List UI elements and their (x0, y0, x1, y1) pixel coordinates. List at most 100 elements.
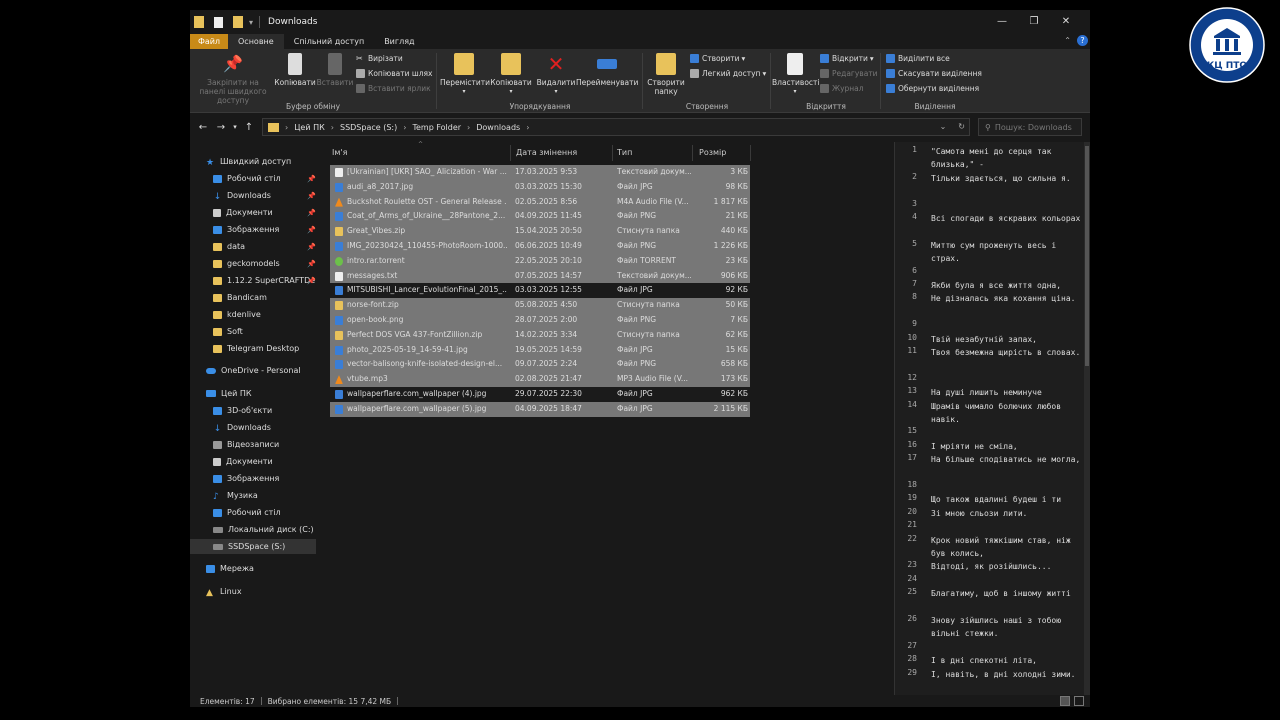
forward-icon[interactable]: → (212, 122, 230, 133)
nav-item-ssdspace[interactable]: SSDSpace (S:) (190, 539, 316, 554)
easy-access-button[interactable]: Легкий доступ ▾ (690, 69, 766, 78)
column-header-type[interactable]: Тип (617, 145, 632, 161)
column-header-name[interactable]: Ім'я (332, 145, 347, 161)
search-input[interactable]: ⚲ Пошук: Downloads (978, 118, 1082, 136)
chevron-right-icon[interactable]: › (285, 123, 288, 132)
quick-access-dropdown-icon[interactable]: ▾ (249, 18, 253, 27)
file-row[interactable]: Great_Vibes.zip 15.04.2025 20:50 Стиснута … (330, 224, 750, 239)
pin-icon[interactable]: 📌 (307, 243, 316, 251)
delete-button[interactable]: ✕ Видалити ▾ (536, 53, 576, 96)
file-row[interactable]: Buckshot Roulette OST - General Release … (330, 194, 750, 210)
new-item-button[interactable]: Створити ▾ (690, 54, 745, 63)
nav-item-pc-downloads[interactable]: ↓ Downloads (213, 420, 271, 435)
rename-button[interactable]: Перейменувати (576, 53, 638, 87)
recent-locations-icon[interactable]: ▾ (230, 123, 240, 131)
invert-selection-button[interactable]: Обернути виділення (886, 84, 979, 93)
nav-item-downloads[interactable]: ↓ Downloads (213, 188, 271, 203)
file-row[interactable]: messages.txt 07.05.2025 14:57 Текстовий до… (330, 268, 750, 284)
help-icon[interactable]: ? (1077, 35, 1088, 46)
nav-linux[interactable]: ▲ Linux (206, 584, 242, 599)
nav-item-pc-documents[interactable]: Документи (213, 454, 273, 469)
properties-button[interactable]: Властивості ▾ (772, 53, 820, 96)
nav-this-pc[interactable]: Цей ПК (206, 386, 252, 401)
scrollbar-thumb[interactable] (1085, 146, 1089, 366)
tab-share[interactable]: Спільний доступ (284, 34, 375, 49)
column-divider[interactable] (612, 145, 613, 161)
breadcrumb-downloads[interactable]: Downloads (476, 123, 520, 132)
pin-icon[interactable]: 📌 (307, 226, 316, 234)
close-button[interactable]: ✕ (1050, 14, 1082, 30)
chevron-right-icon[interactable]: › (403, 123, 406, 132)
nav-item-telegram[interactable]: Telegram Desktop (213, 341, 299, 356)
select-none-button[interactable]: Скасувати виділення (886, 69, 982, 78)
column-divider[interactable] (750, 145, 751, 161)
nav-item-soft[interactable]: Soft (213, 324, 243, 339)
new-folder-quick-icon[interactable] (233, 16, 243, 28)
address-bar[interactable]: › Цей ПК › SSDSpace (S:) › Temp Folder ›… (262, 118, 970, 136)
open-button[interactable]: Відкрити ▾ (820, 54, 874, 63)
column-divider[interactable] (692, 145, 693, 161)
nav-item-kdenlive[interactable]: kdenlive (213, 307, 261, 322)
tab-view[interactable]: Вигляд (374, 34, 424, 49)
collapse-ribbon-icon[interactable]: ⌃ (1064, 36, 1071, 45)
chevron-right-icon[interactable]: › (331, 123, 334, 132)
new-folder-button[interactable]: Створити папку (644, 53, 688, 96)
copy-button[interactable]: Копіювати (274, 53, 316, 87)
cut-button[interactable]: ✂ Вирізати (356, 54, 403, 63)
nav-item-data[interactable]: data (213, 239, 245, 254)
edit-button[interactable]: Редагувати (820, 69, 878, 78)
details-view-icon[interactable] (1060, 696, 1070, 706)
nav-item-pictures[interactable]: Зображення (213, 222, 279, 237)
file-row[interactable]: norse-font.zip 05.08.2025 4:50 Стиснута па… (330, 298, 750, 313)
refresh-icon[interactable]: ↻ (958, 122, 965, 131)
paste-button[interactable]: Вставити (316, 53, 354, 87)
breadcrumb-temp-folder[interactable]: Temp Folder (412, 123, 461, 132)
pin-icon[interactable]: 📌 (307, 209, 316, 217)
file-row[interactable]: IMG_20230424_110455-PhotoRoom-1000... 06.… (330, 238, 750, 254)
nav-item-local-disk[interactable]: Локальний диск (C:) (213, 522, 314, 537)
tab-file[interactable]: Файл (190, 34, 228, 49)
file-row[interactable]: wallpaperflare.com_wallpaper (5).jpg 04.0… (330, 401, 750, 417)
history-button[interactable]: Журнал (820, 84, 864, 93)
pin-quick-access-button[interactable]: 📌 Закріпити на панелі швидкого доступу (194, 53, 272, 105)
nav-network[interactable]: Мережа (206, 561, 254, 576)
file-row[interactable]: audi_a8_2017.jpg 03.03.2025 15:30 Файл JPG… (330, 179, 750, 195)
move-to-button[interactable]: Перемістити ▾ (440, 53, 490, 96)
nav-item-geckomodels[interactable]: geckomodels (213, 256, 280, 271)
breadcrumb-this-pc[interactable]: Цей ПК (294, 123, 325, 132)
nav-item-pc-desktop[interactable]: Робочий стіл (213, 505, 281, 520)
pin-icon[interactable]: 📌 (307, 277, 316, 285)
tab-home[interactable]: Основне (228, 34, 284, 49)
column-header-date[interactable]: Дата змінення (516, 145, 577, 161)
pin-icon[interactable]: 📌 (307, 260, 316, 268)
large-icons-view-icon[interactable] (1074, 696, 1084, 706)
copy-to-button[interactable]: Копіювати ▾ (490, 53, 532, 96)
nav-item-desktop[interactable]: Робочий стіл (213, 171, 281, 186)
nav-item-pc-pictures[interactable]: Зображення (213, 471, 279, 486)
pin-icon[interactable]: 📌 (307, 192, 316, 200)
file-row[interactable]: Perfect DOS VGA 437-FontZillion.zip 14.02… (330, 327, 750, 343)
maximize-button[interactable]: ❐ (1018, 14, 1050, 30)
properties-quick-icon[interactable] (214, 16, 223, 28)
nav-item-videos[interactable]: Відеозаписи (213, 437, 279, 452)
file-row[interactable]: [Ukrainian] [UKR] SAO_ Alicization - War… (330, 165, 750, 180)
up-icon[interactable]: ↑ (240, 122, 258, 133)
address-history-icon[interactable]: ⌄ (940, 122, 947, 131)
back-icon[interactable]: ← (194, 122, 212, 133)
file-row[interactable]: vector-balisong-knife-isolated-design-el… (330, 357, 750, 373)
copy-path-button[interactable]: Копіювати шлях (356, 69, 432, 78)
file-row[interactable]: Coat_of_Arms_of_Ukraine__28Pantone_2... 0… (330, 209, 750, 225)
column-divider[interactable] (510, 145, 511, 161)
file-row[interactable]: open-book.png 28.07.2025 2:00 Файл PNG 7 КБ (330, 312, 750, 328)
file-row[interactable]: wallpaperflare.com_wallpaper (4).jpg 29.0… (330, 386, 750, 402)
chevron-right-icon[interactable]: › (526, 123, 529, 132)
file-row[interactable]: intro.rar.torrent 22.05.2025 20:10 Файл TO… (330, 253, 750, 269)
nav-onedrive[interactable]: OneDrive - Personal (206, 363, 301, 378)
nav-item-documents[interactable]: Документи (213, 205, 273, 220)
file-row[interactable]: photo_2025-05-19_14-59-41.jpg 19.05.2025 … (330, 342, 750, 358)
preview-scrollbar[interactable] (1084, 142, 1090, 695)
paste-shortcut-button[interactable]: Вставити ярлик (356, 84, 431, 93)
select-all-button[interactable]: Виділити все (886, 54, 950, 63)
nav-item-bandicam[interactable]: Bandicam (213, 290, 267, 305)
column-header-size[interactable]: Розмір (699, 145, 726, 161)
